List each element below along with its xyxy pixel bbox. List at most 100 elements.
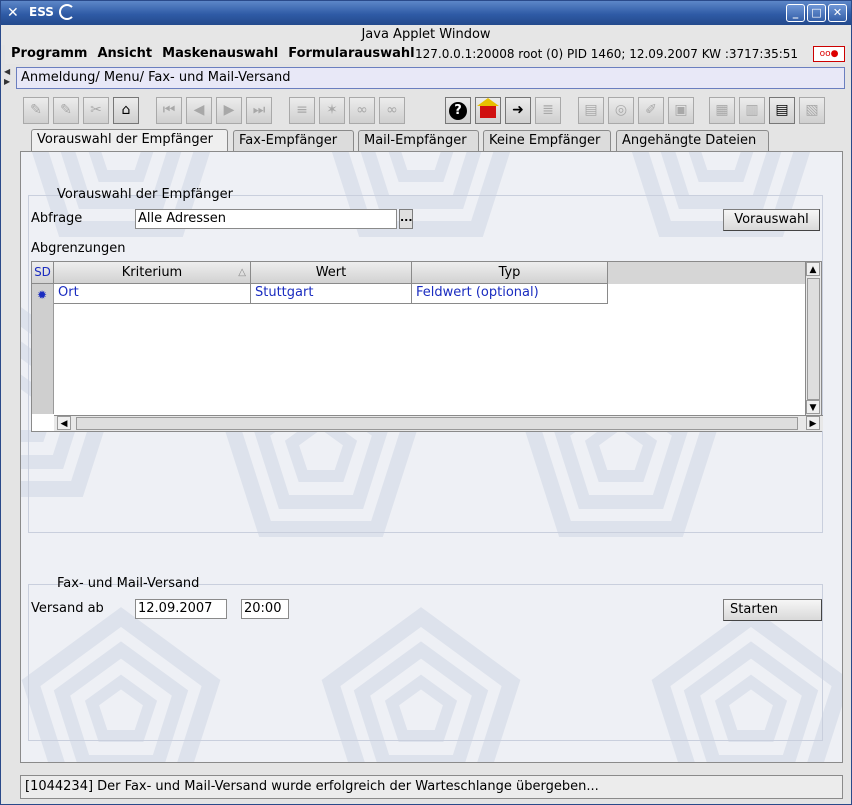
first-record-button[interactable]: ⏮ — [156, 97, 182, 124]
table-button[interactable]: ▦ — [709, 97, 735, 124]
document-button[interactable]: ▣ — [668, 97, 694, 124]
column-header-wert[interactable]: Wert — [251, 262, 412, 284]
dispatch-legend: Fax- und Mail-Versand — [57, 576, 200, 591]
previous-record-button[interactable]: ◀ — [186, 97, 212, 124]
query-label: Abfrage — [31, 211, 83, 226]
edit-button[interactable]: ✎ — [53, 97, 79, 124]
applet-window: ✕ ESS _ □ ✕ Java Applet Window Programm A… — [0, 0, 852, 805]
criteria-table: SD Kriterium △ Wert Typ ✹ Ort Stuttgart … — [31, 261, 823, 432]
search-button[interactable]: ∞ — [349, 97, 375, 124]
title-bar[interactable]: ✕ ESS _ □ ✕ — [1, 1, 851, 25]
scroll-up-icon[interactable]: ▲ — [806, 262, 820, 276]
last-record-button[interactable]: ⏭ — [246, 97, 272, 124]
grid-button[interactable]: ▤ — [769, 97, 795, 124]
menu-programm[interactable]: Programm — [11, 44, 87, 64]
exit-icon: ➜ — [512, 102, 524, 118]
home-button[interactable] — [475, 97, 501, 124]
vertical-scrollbar[interactable]: ▲ ▼ — [805, 262, 821, 415]
list-icon: ≣ — [542, 102, 554, 118]
menu-ansicht[interactable]: Ansicht — [97, 44, 152, 64]
record-indicator: oo● — [813, 46, 845, 62]
close-button[interactable]: ✕ — [828, 4, 847, 22]
tab-mail-empfaenger[interactable]: Mail-Empfänger — [358, 130, 479, 152]
maximize-button[interactable]: □ — [807, 4, 826, 22]
collapse-handle[interactable]: ◀ ▶ — [4, 67, 12, 89]
row-indicator-icon[interactable]: ✹ — [37, 289, 49, 301]
query-input[interactable]: Alle Adressen — [135, 209, 397, 229]
x-tools-icon: ✕ — [7, 5, 19, 21]
toolbar: ✎ ✎ ✂ ⌂ ⏮ ◀ ▶ ⏭ ≡ ✶ ∞ ∞? ➜ ≣ ▤ ◎ ✐ ▣ ▦ ▥ ▤ ▧ — [23, 97, 843, 125]
edit-icon: ✎ — [60, 102, 72, 118]
save-button[interactable]: ✎ — [23, 97, 49, 124]
row-header-column — [32, 284, 54, 414]
form-button[interactable]: ▥ — [739, 97, 765, 124]
tools-button[interactable]: ✐ — [638, 97, 664, 124]
limits-label: Abgrenzungen — [31, 241, 126, 256]
tools-icon: ✐ — [645, 102, 657, 118]
search-next-icon: ∞ — [386, 102, 398, 118]
clear-button[interactable]: ⌂ — [113, 97, 139, 124]
delete-icon: ✂ — [90, 102, 102, 118]
document-icon: ▣ — [674, 102, 688, 118]
connection-status: 127.0.0.1:20008 root (0) PID 1460; 12.09… — [415, 47, 799, 61]
last-record-icon: ⏭ — [252, 102, 266, 118]
tab-fax-empfaenger[interactable]: Fax-Empfänger — [233, 130, 354, 152]
menu-bar: Programm Ansicht Maskenauswahl Formularausw… — [5, 44, 847, 64]
preview-button[interactable]: ◎ — [608, 97, 634, 124]
send-time-input[interactable]: 20:00 — [241, 599, 289, 619]
scroll-down-icon[interactable]: ▼ — [806, 400, 820, 414]
vertical-scroll-thumb[interactable] — [807, 278, 820, 400]
home-icon — [477, 98, 499, 118]
preview-icon: ◎ — [614, 102, 628, 118]
send-from-label: Versand ab — [31, 601, 104, 616]
tab-vorauswahl[interactable]: Vorauswahl der Empfänger — [31, 129, 228, 153]
grid-icon: ▤ — [775, 102, 789, 118]
help-button[interactable]: ? — [445, 97, 471, 124]
table-header: SD Kriterium △ Wert Typ — [32, 262, 805, 284]
column-header-kriterium[interactable]: Kriterium △ — [54, 262, 251, 284]
help-icon: ? — [449, 102, 467, 120]
filter-clear-icon: ✶ — [326, 102, 338, 118]
scroll-left-icon[interactable]: ◀ — [57, 416, 71, 430]
start-button[interactable]: Starten — [723, 599, 822, 621]
print-icon: ▤ — [584, 102, 598, 118]
form-icon: ▥ — [745, 102, 759, 118]
cell-typ[interactable]: Feldwert (optional) — [412, 284, 608, 304]
horizontal-scroll-thumb[interactable] — [76, 417, 798, 430]
next-record-button[interactable]: ▶ — [216, 97, 242, 124]
column-header-typ[interactable]: Typ — [412, 262, 608, 284]
tab-content-panel: Vorauswahl der Empfänger Abfrage Alle Ad… — [20, 151, 843, 763]
clear-icon: ⌂ — [121, 102, 131, 118]
print-button[interactable]: ▤ — [578, 97, 604, 124]
filter-button[interactable]: ≡ — [289, 97, 315, 124]
breadcrumb: Anmeldung/ Menu/ Fax- und Mail-Versand — [16, 67, 845, 89]
cell-wert[interactable]: Stuttgart — [251, 284, 412, 304]
notes-button[interactable]: ▧ — [799, 97, 825, 124]
notes-icon: ▧ — [805, 102, 819, 118]
menu-maskenauswahl[interactable]: Maskenauswahl — [162, 44, 278, 64]
search-next-button[interactable]: ∞ — [379, 97, 405, 124]
list-button[interactable]: ≣ — [535, 97, 561, 124]
swirl-icon — [59, 4, 75, 20]
tab-angehaengte-dateien[interactable]: Angehängte Dateien — [616, 130, 769, 152]
tab-keine-empfaenger[interactable]: Keine Empfänger — [483, 130, 611, 152]
minimize-button[interactable]: _ — [786, 4, 805, 22]
search-icon: ∞ — [356, 102, 368, 118]
table-icon: ▦ — [715, 102, 729, 118]
column-header-kriterium-label: Kriterium — [121, 265, 183, 280]
preselection-legend: Vorauswahl der Empfänger — [57, 187, 233, 202]
next-record-icon: ▶ — [223, 102, 235, 118]
send-date-input[interactable]: 12.09.2007 — [135, 599, 227, 619]
filter-clear-button[interactable]: ✶ — [319, 97, 345, 124]
delete-button[interactable]: ✂ — [83, 97, 109, 124]
preselect-button[interactable]: Vorauswahl — [723, 209, 820, 231]
column-header-sd[interactable]: SD — [32, 262, 54, 284]
query-browse-button[interactable]: ... — [399, 209, 413, 229]
scroll-right-icon[interactable]: ▶ — [806, 416, 820, 430]
save-icon: ✎ — [30, 102, 42, 118]
menu-formularauswahl[interactable]: Formularauswahl — [288, 44, 414, 64]
exit-button[interactable]: ➜ — [505, 97, 531, 124]
horizontal-scrollbar[interactable]: ◀ ▶ — [54, 415, 823, 431]
status-bar: [1044234] Der Fax- und Mail-Versand wurd… — [20, 775, 843, 799]
cell-kriterium[interactable]: Ort — [54, 284, 251, 304]
